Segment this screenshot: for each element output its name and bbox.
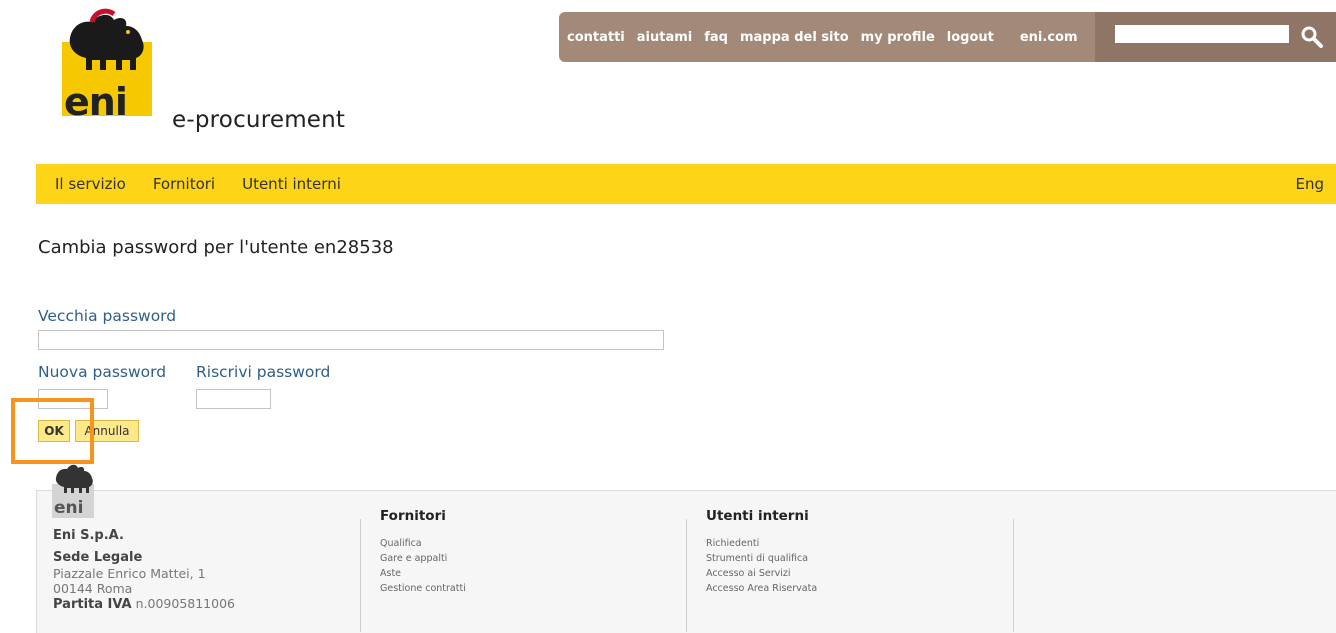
footer-divider-3 bbox=[1013, 519, 1014, 632]
footer-company: Eni S.p.A. bbox=[53, 528, 124, 543]
footer-fornitori-heading: Fornitori bbox=[380, 508, 446, 524]
link-mappa-del-sito[interactable]: mappa del sito bbox=[740, 30, 849, 45]
footer-address-line2: 00144 Roma bbox=[53, 581, 133, 596]
footer-link-strumenti-di-qualifica[interactable]: Strumenti di qualifica bbox=[706, 553, 817, 565]
main-nav: Il servizio Fornitori Utenti interni Eng bbox=[36, 164, 1336, 204]
footer-link-aste[interactable]: Aste bbox=[380, 568, 466, 580]
nav-fornitori[interactable]: Fornitori bbox=[153, 175, 215, 193]
nav-items: Il servizio Fornitori Utenti interni bbox=[55, 164, 341, 204]
link-eni-com[interactable]: eni.com bbox=[1020, 30, 1078, 45]
nav-il-servizio[interactable]: Il servizio bbox=[55, 175, 126, 193]
top-utility-bar: contatti aiutami faq mappa del sito my p… bbox=[559, 12, 1336, 62]
top-links: contatti aiutami faq mappa del sito my p… bbox=[567, 12, 1078, 62]
ok-button[interactable]: OK bbox=[38, 420, 70, 442]
repeat-password-input[interactable] bbox=[196, 389, 271, 409]
logo-text: eni bbox=[64, 80, 128, 124]
footer-divider-2 bbox=[686, 519, 687, 632]
footer-eni-logo: eni bbox=[52, 462, 94, 518]
footer-vat-label: Partita IVA bbox=[53, 597, 132, 612]
footer-link-accesso-ai-servizi[interactable]: Accesso ai Servizi bbox=[706, 568, 817, 580]
footer-utenti-interni-heading: Utenti interni bbox=[706, 508, 809, 524]
footer-seat-heading: Sede Legale bbox=[53, 550, 143, 565]
search-icon[interactable] bbox=[1299, 24, 1325, 50]
old-password-input[interactable] bbox=[38, 330, 664, 350]
old-password-label: Vecchia password bbox=[38, 307, 177, 325]
search-input[interactable] bbox=[1115, 25, 1289, 43]
repeat-password-label: Riscrivi password bbox=[196, 363, 331, 381]
nav-utenti-interni[interactable]: Utenti interni bbox=[242, 175, 341, 193]
language-switch[interactable]: Eng bbox=[1295, 164, 1324, 204]
footer-link-accesso-area-riservata[interactable]: Accesso Area Riservata bbox=[706, 583, 817, 595]
footer-vat: Partita IVA n.00905811006 bbox=[53, 596, 235, 612]
footer-link-gestione-contratti[interactable]: Gestione contratti bbox=[380, 583, 466, 595]
cancel-button[interactable]: Annulla bbox=[75, 420, 139, 442]
link-my-profile[interactable]: my profile bbox=[861, 30, 935, 45]
footer-link-richiedenti[interactable]: Richiedenti bbox=[706, 538, 817, 550]
footer-link-qualifica[interactable]: Qualifica bbox=[380, 538, 466, 550]
app-title: e-procurement bbox=[172, 107, 346, 133]
new-password-label: Nuova password bbox=[38, 363, 167, 381]
link-contatti[interactable]: contatti bbox=[567, 30, 625, 45]
footer-vat-value: n.00905811006 bbox=[135, 596, 235, 611]
link-faq[interactable]: faq bbox=[704, 30, 728, 45]
eni-logo[interactable]: eni bbox=[62, 8, 152, 122]
footer-link-gare-e-appalti[interactable]: Gare e appalti bbox=[380, 553, 466, 565]
footer-logo-text: eni bbox=[54, 498, 84, 518]
page-title: Cambia password per l'utente en28538 bbox=[38, 237, 394, 258]
footer-dog-icon bbox=[55, 464, 93, 493]
footer-fornitori-links: Qualifica Gare e appalti Aste Gestione c… bbox=[380, 538, 466, 595]
footer-address-line1: Piazzale Enrico Mattei, 1 bbox=[53, 566, 206, 581]
link-aiutami[interactable]: aiutami bbox=[637, 30, 692, 45]
six-legged-dog-icon bbox=[69, 8, 144, 70]
footer-utenti-interni-links: Richiedenti Strumenti di qualifica Acces… bbox=[706, 538, 817, 595]
footer-divider-1 bbox=[360, 519, 361, 632]
new-password-input[interactable] bbox=[38, 389, 108, 409]
search-area bbox=[1095, 12, 1336, 62]
link-logout[interactable]: logout bbox=[947, 30, 994, 45]
